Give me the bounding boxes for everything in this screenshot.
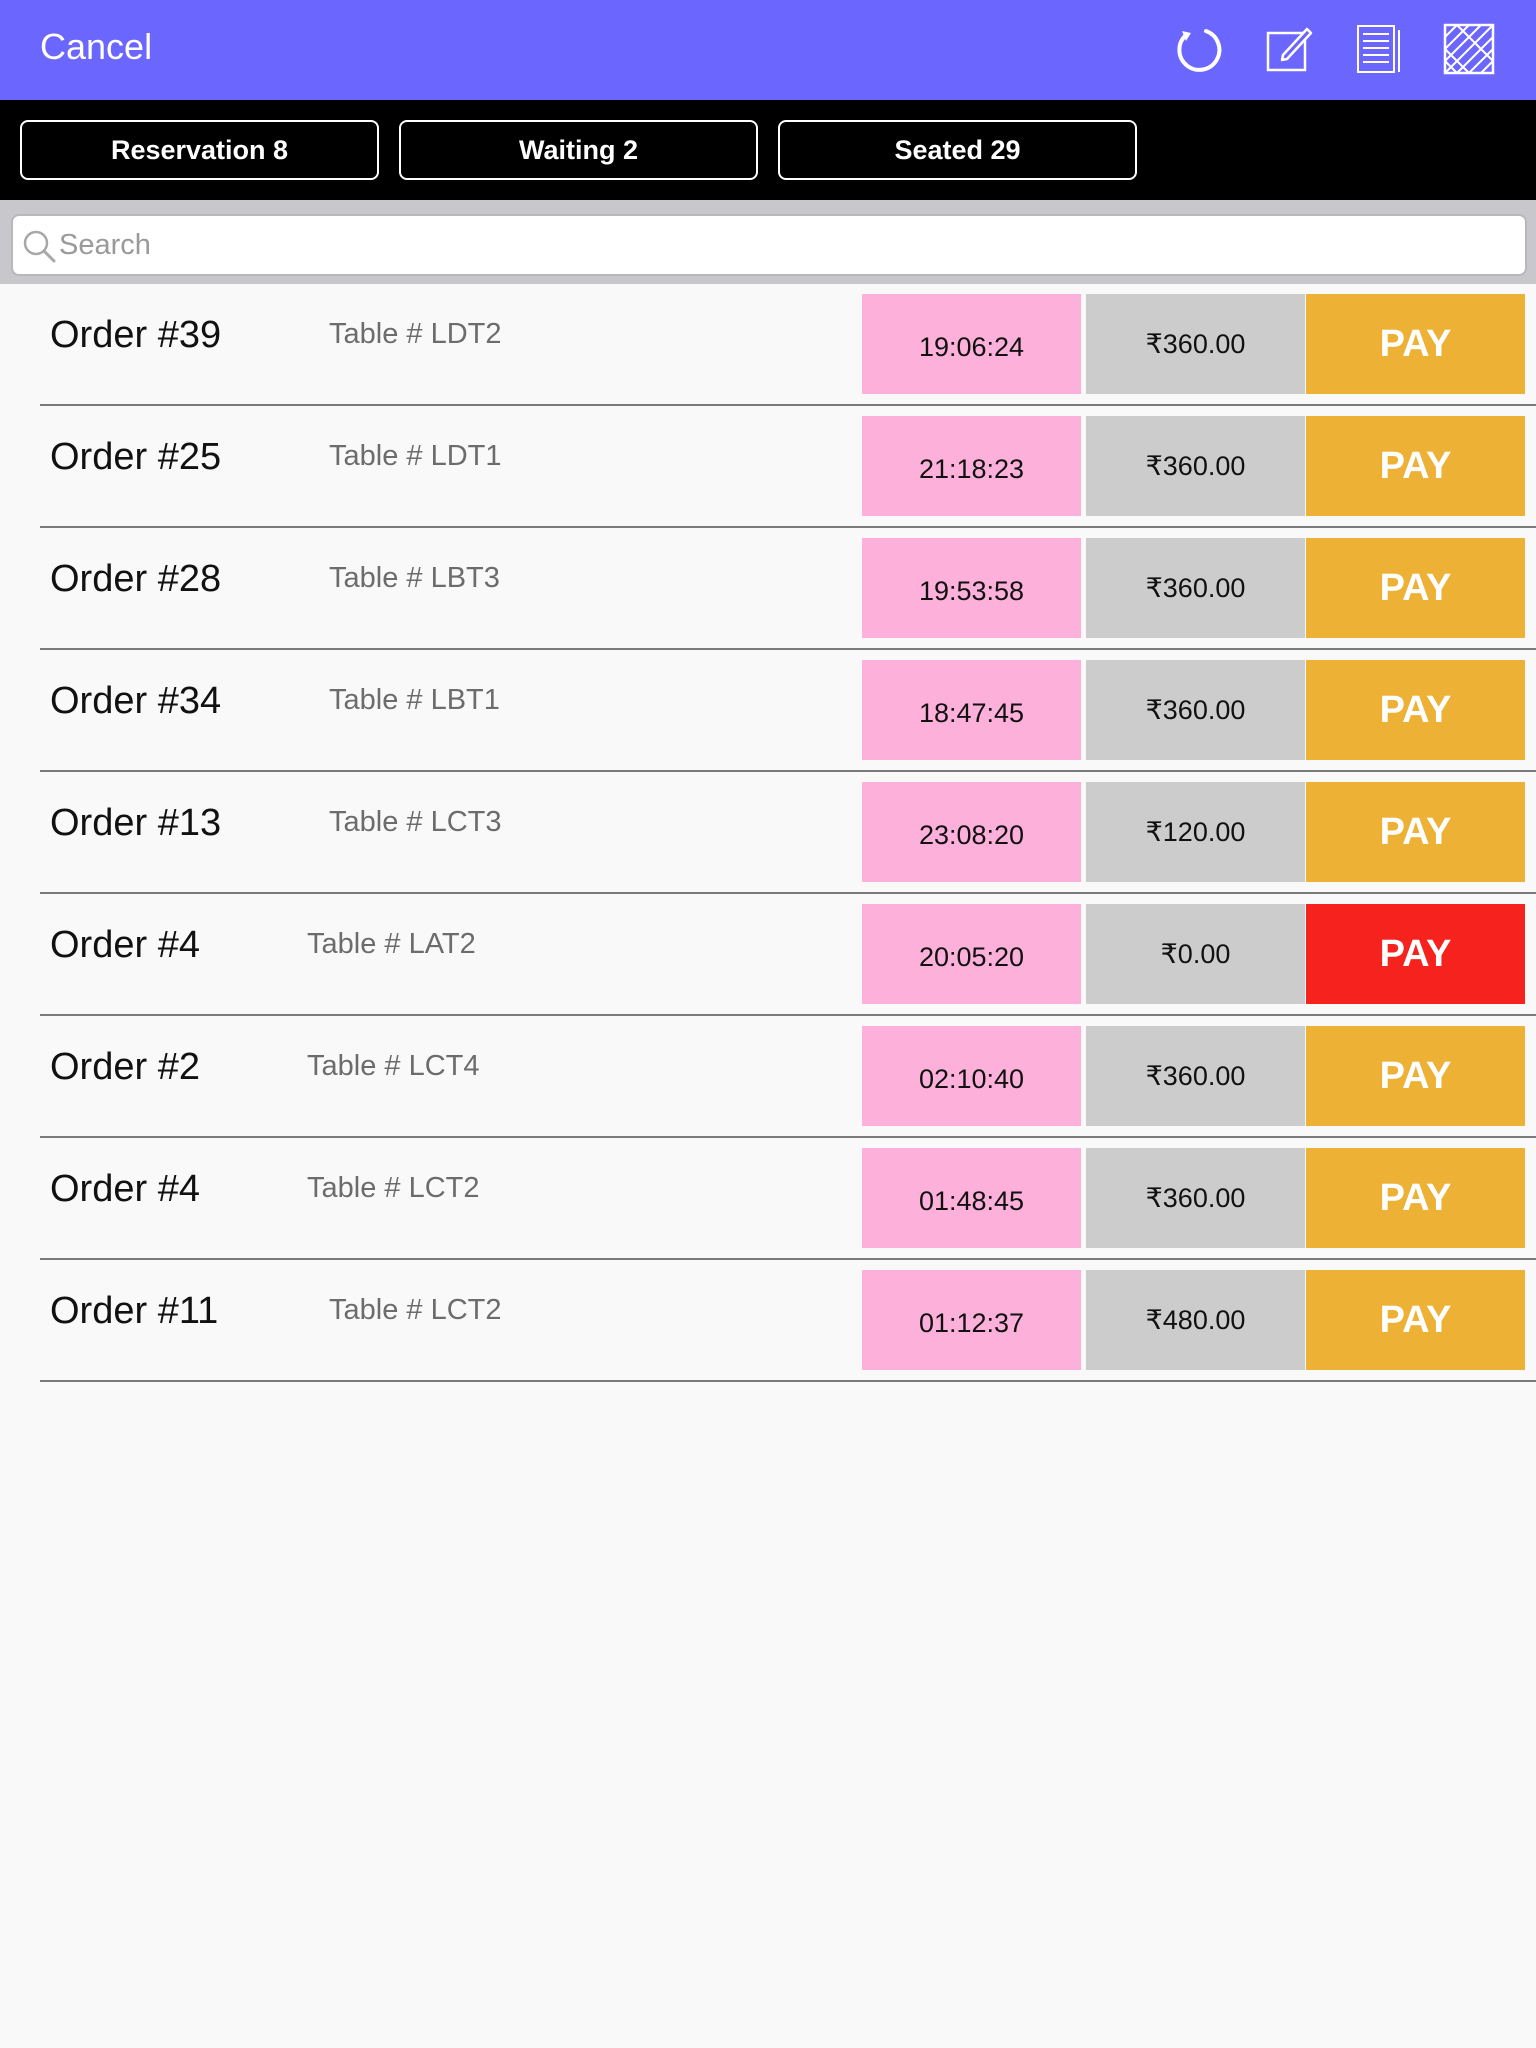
order-amount: ₹120.00	[1086, 782, 1305, 882]
table-number: Table # LDT2	[329, 318, 502, 350]
order-amount: ₹360.00	[1086, 416, 1305, 516]
reservation-filter-button[interactable]: Reservation 8	[20, 120, 379, 180]
elapsed-time: 21:18:23	[862, 416, 1081, 516]
order-row[interactable]: Order #11 Table # LCT2 01:12:37 ₹480.00 PAY	[0, 1260, 1536, 1382]
search-input[interactable]	[59, 220, 1499, 270]
search-bar	[0, 200, 1536, 284]
elapsed-time: 02:10:40	[862, 1026, 1081, 1126]
table-number: Table # LCT2	[307, 1172, 480, 1204]
table-number: Table # LCT4	[307, 1050, 480, 1082]
order-row[interactable]: Order #13 Table # LCT3 23:08:20 ₹120.00 PAY	[0, 772, 1536, 894]
order-number: Order #25	[50, 436, 222, 478]
elapsed-time: 18:47:45	[862, 660, 1081, 760]
pay-button[interactable]: PAY	[1306, 904, 1525, 1004]
waiting-filter-button[interactable]: Waiting 2	[399, 120, 758, 180]
table-number: Table # LBT1	[329, 684, 500, 716]
refresh-icon[interactable]	[1170, 22, 1224, 76]
order-amount: ₹360.00	[1086, 1148, 1305, 1248]
order-row[interactable]: Order #4 Table # LAT2 20:05:20 ₹0.00 PAY	[0, 894, 1536, 1016]
order-amount: ₹0.00	[1086, 904, 1305, 1004]
pay-button[interactable]: PAY	[1306, 294, 1525, 394]
order-amount: ₹360.00	[1086, 660, 1305, 760]
order-amount: ₹480.00	[1086, 1270, 1305, 1370]
elapsed-time: 23:08:20	[862, 782, 1081, 882]
table-number: Table # LAT2	[307, 928, 476, 960]
order-number: Order #2	[50, 1046, 200, 1088]
elapsed-time: 01:48:45	[862, 1148, 1081, 1248]
cancel-button[interactable]: Cancel	[40, 24, 152, 70]
order-list: Order #39 Table # LDT2 19:06:24 ₹360.00 PAY O…	[0, 284, 1536, 1382]
pay-button[interactable]: PAY	[1306, 416, 1525, 516]
order-row[interactable]: Order #25 Table # LDT1 21:18:23 ₹360.00 PAY	[0, 406, 1536, 528]
pay-button[interactable]: PAY	[1306, 1148, 1525, 1248]
edit-icon[interactable]	[1263, 22, 1317, 76]
order-number: Order #34	[50, 680, 222, 722]
pay-button[interactable]: PAY	[1306, 782, 1525, 882]
order-number: Order #13	[50, 802, 222, 844]
order-row[interactable]: Order #34 Table # LBT1 18:47:45 ₹360.00 PAY	[0, 650, 1536, 772]
order-number: Order #39	[50, 314, 222, 356]
order-amount: ₹360.00	[1086, 1026, 1305, 1126]
table-number: Table # LCT3	[329, 806, 502, 838]
elapsed-time: 19:53:58	[862, 538, 1081, 638]
order-row[interactable]: Order #39 Table # LDT2 19:06:24 ₹360.00 PAY	[0, 284, 1536, 406]
order-number: Order #4	[50, 1168, 200, 1210]
table-number: Table # LDT1	[329, 440, 502, 472]
order-row[interactable]: Order #2 Table # LCT4 02:10:40 ₹360.00 PAY	[0, 1016, 1536, 1138]
search-field[interactable]	[11, 214, 1527, 276]
order-row[interactable]: Order #28 Table # LBT3 19:53:58 ₹360.00 PAY	[0, 528, 1536, 650]
elapsed-time: 19:06:24	[862, 294, 1081, 394]
pay-button[interactable]: PAY	[1306, 660, 1525, 760]
elapsed-time: 20:05:20	[862, 904, 1081, 1004]
order-number: Order #11	[50, 1290, 219, 1332]
order-amount: ₹360.00	[1086, 294, 1305, 394]
order-number: Order #4	[50, 924, 200, 966]
report-icon[interactable]	[1352, 22, 1406, 76]
order-row[interactable]: Order #4 Table # LCT2 01:48:45 ₹360.00 PAY	[0, 1138, 1536, 1260]
pay-button[interactable]: PAY	[1306, 1026, 1525, 1126]
search-icon	[23, 230, 56, 263]
seated-filter-button[interactable]: Seated 29	[778, 120, 1137, 180]
table-number: Table # LBT3	[329, 562, 500, 594]
table-number: Table # LCT2	[329, 1294, 502, 1326]
order-amount: ₹360.00	[1086, 538, 1305, 638]
pay-button[interactable]: PAY	[1306, 538, 1525, 638]
pay-button[interactable]: PAY	[1306, 1270, 1525, 1370]
grid-pattern-icon[interactable]	[1442, 22, 1496, 76]
filter-tab-bar: Reservation 8 Waiting 2 Seated 29	[0, 100, 1536, 200]
top-navigation-bar: Cancel	[0, 0, 1536, 100]
order-number: Order #28	[50, 558, 222, 600]
elapsed-time: 01:12:37	[862, 1270, 1081, 1370]
row-divider	[40, 1380, 1536, 1382]
